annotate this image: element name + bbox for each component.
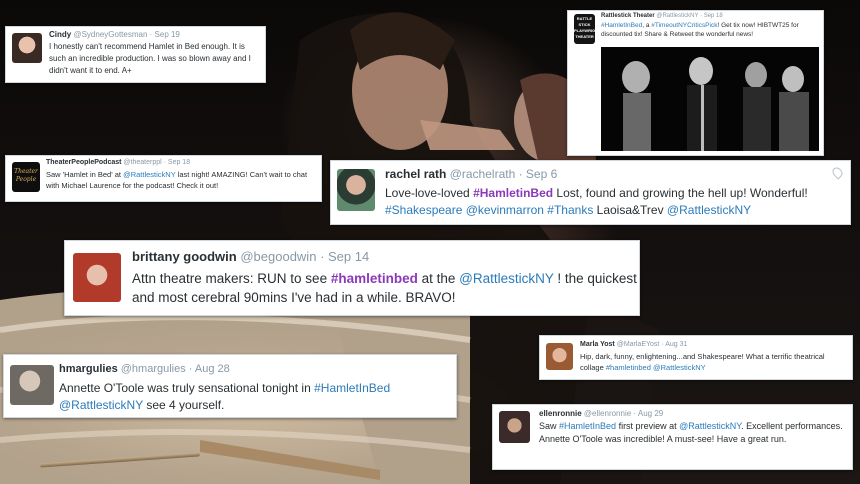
hashtag-link[interactable]: #HamletinBed xyxy=(473,186,553,200)
user-avatar[interactable] xyxy=(73,253,121,302)
tweet-date[interactable]: · Aug 28 xyxy=(189,363,230,375)
tweet-text-part: Love-love-loved xyxy=(385,186,474,200)
tweet-text: Annette O'Toole was truly sensational to… xyxy=(59,380,454,414)
tweet-date[interactable]: · Sep 6 xyxy=(519,167,558,181)
tweet-card-rachel[interactable]: rachel rath @rachelrath · Sep 6 Love-lov… xyxy=(330,160,851,225)
tweet-photo[interactable] xyxy=(601,47,819,151)
hashtag-link[interactable]: #hamletinbed xyxy=(606,363,651,372)
tweet-author-handle[interactable]: @ellenronnie xyxy=(584,409,631,418)
tweet-author-name[interactable]: hmargulies xyxy=(59,363,118,375)
tweet-card-marla[interactable]: Marla Yost @MarlaEYost · Aug 31 Hip, dar… xyxy=(539,335,853,380)
hashtag-link[interactable]: #hamletinbed xyxy=(331,271,418,286)
tweet-author-name[interactable]: Rattlestick Theater xyxy=(601,13,655,19)
hashtag-link[interactable]: #Shakespeare xyxy=(385,203,462,217)
mention-link[interactable]: @RattlestickNY xyxy=(679,421,741,431)
tweet-author-name[interactable]: Cindy xyxy=(49,30,71,39)
tweet-text-part: see 4 yourself. xyxy=(142,398,225,412)
tweet-text: Saw #HamletInBed first preview at @Rattl… xyxy=(539,420,849,446)
tweet-text-part: Lost, found and growing the hell up! Won… xyxy=(553,186,808,200)
tweet-text: Hip, dark, funny, enlightening...and Sha… xyxy=(580,351,850,373)
tweet-author-handle[interactable]: @RattlestickNY xyxy=(656,13,698,19)
tweet-card-cindy[interactable]: Cindy @SydneyGottesman · Sep 19 I honest… xyxy=(5,26,266,83)
tweet-card-rattlestick[interactable]: RATTLE STICK PLAYWRIGHTS THEATER Rattles… xyxy=(567,10,824,156)
hashtag-link[interactable]: #HamletInBed xyxy=(601,22,642,29)
cast-photo-illustration xyxy=(622,57,809,151)
tweet-text-part: at the xyxy=(417,271,460,286)
tweet-text: Love-love-loved #HamletinBed Lost, found… xyxy=(385,185,850,219)
tweet-card-brittany[interactable]: brittany goodwin @begoodwin · Sep 14 Att… xyxy=(64,240,640,316)
user-avatar[interactable] xyxy=(10,365,54,405)
user-avatar[interactable] xyxy=(546,343,573,370)
mention-link[interactable]: @RattlestickNY xyxy=(123,170,176,179)
user-avatar[interactable] xyxy=(337,169,375,211)
tweet-author-handle[interactable]: @MarlaEYost xyxy=(617,341,660,348)
tweet-author-handle[interactable]: @begoodwin xyxy=(240,249,316,264)
tweet-text-part: Attn theatre makers: RUN to see xyxy=(132,271,331,286)
podcast-logo-avatar[interactable]: Theater People xyxy=(12,162,40,192)
mention-link[interactable]: @RattlestickNY xyxy=(653,363,706,372)
tweet-text: Saw 'Hamlet in Bed' at @RattlestickNY la… xyxy=(46,169,318,191)
tweet-text: I honestly can't recommend Hamlet in Bed… xyxy=(49,42,251,75)
tweet-text: Attn theatre makers: RUN to see #hamleti… xyxy=(132,269,637,307)
tweet-card-hmargulies[interactable]: hmargulies @hmargulies · Aug 28 Annette … xyxy=(3,354,457,418)
tweet-author-handle[interactable]: @rachelrath xyxy=(450,167,516,181)
hashtag-link[interactable]: #HamletInBed xyxy=(314,381,390,395)
hashtag-link[interactable]: #Thanks xyxy=(547,203,593,217)
tweet-date[interactable]: · Aug 31 xyxy=(661,341,687,348)
tweet-date[interactable]: · Sep 14 xyxy=(320,249,369,264)
location-pin-icon xyxy=(830,165,845,180)
tweet-card-ellenronnie[interactable]: ellenronnie @ellenronnie · Aug 29 Saw #H… xyxy=(492,404,853,470)
tweet-card-theaterpeople[interactable]: Theater People TheaterPeoplePodcast @the… xyxy=(5,155,322,202)
tweet-author-name[interactable]: brittany goodwin xyxy=(132,249,237,264)
tweet-text-part: Saw 'Hamlet in Bed' at xyxy=(46,170,124,179)
tweet-text-part: , a xyxy=(642,22,652,29)
rattlestick-logo-avatar[interactable]: RATTLE STICK PLAYWRIGHTS THEATER xyxy=(574,14,595,44)
user-avatar[interactable] xyxy=(499,411,530,443)
tweet-author-name[interactable]: TheaterPeoplePodcast xyxy=(46,159,121,166)
mention-link[interactable]: @RattlestickNY xyxy=(667,203,751,217)
logo-line: People xyxy=(15,176,37,183)
tweet-date[interactable]: · Aug 29 xyxy=(633,409,663,418)
tweet-author-name[interactable]: rachel rath xyxy=(385,167,446,181)
tweet-author-handle[interactable]: @hmargulies xyxy=(121,363,186,375)
tweet-author-handle[interactable]: @theaterppl xyxy=(123,159,161,166)
tweet-date[interactable]: · Sep 18 xyxy=(700,13,723,19)
tweet-author-name[interactable]: Marla Yost xyxy=(580,341,615,348)
tweet-text-part: Annette O'Toole was truly sensational to… xyxy=(59,381,315,395)
tweet-text-part: first preview at xyxy=(616,421,680,431)
hashtag-link[interactable]: #HamletInBed xyxy=(559,421,616,431)
user-avatar[interactable] xyxy=(12,33,42,63)
hashtag-link[interactable]: #TimeoutNYCriticsPick xyxy=(651,22,717,29)
tweet-text-part: Saw xyxy=(539,421,560,431)
tweet-author-handle[interactable]: @SydneyGottesman xyxy=(73,30,147,39)
mention-link[interactable]: @kevinmarron xyxy=(466,203,544,217)
tweet-date[interactable]: · Sep 19 xyxy=(150,30,180,39)
tweet-author-name[interactable]: ellenronnie xyxy=(539,409,582,418)
logo-line: THEATER xyxy=(575,34,594,39)
tweet-date[interactable]: · Sep 18 xyxy=(164,159,190,166)
tweet-text-part: Laoisa&Trev xyxy=(593,203,667,217)
logo-line: Theater xyxy=(14,168,38,175)
tweet-text: #HamletInBed, a #TimeoutNYCriticsPick! G… xyxy=(601,21,819,39)
mention-link[interactable]: @RattlestickNY xyxy=(459,271,553,286)
mention-link[interactable]: @RattlestickNY xyxy=(59,398,143,412)
